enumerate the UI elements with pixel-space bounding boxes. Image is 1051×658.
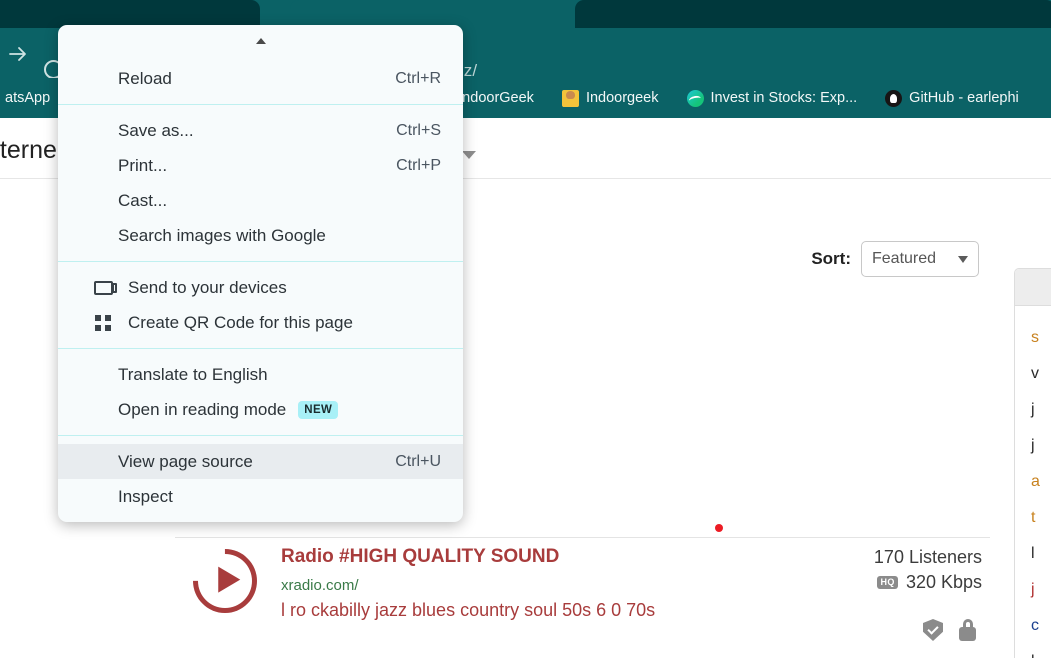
- devices-icon: [92, 280, 117, 295]
- site-nav-item-internet-radio[interactable]: nterne: [0, 136, 57, 165]
- play-button[interactable]: [179, 535, 271, 627]
- menu-item-shortcut: Ctrl+U: [395, 452, 441, 470]
- menu-scroll-up-arrow[interactable]: [58, 25, 463, 53]
- station-listeners: 170 Listeners: [873, 547, 982, 567]
- bookmark-label: GitHub - earlephi: [909, 90, 1019, 106]
- menu-item-label: Send to your devices: [128, 277, 287, 297]
- menu-group: View page source Ctrl+U Inspect: [58, 436, 463, 522]
- sidebar-tag-list: s v j j a t l j c l: [1015, 306, 1051, 658]
- menu-item-reload[interactable]: Reload Ctrl+R: [58, 61, 463, 96]
- sidebar-panel: s v j j a t l j c l: [1014, 268, 1051, 658]
- menu-item-label: Print...: [118, 155, 168, 175]
- stocks-icon: [686, 89, 704, 107]
- station-genres: l ro ckabilly jazz blues country soul 50…: [281, 600, 655, 621]
- genres-tags[interactable]: l ro ckabilly jazz blues country soul 50…: [281, 600, 655, 620]
- bookmark-label: Indoorgeek: [585, 90, 659, 106]
- chevron-down-icon[interactable]: [462, 151, 476, 159]
- bookmark-label: Invest in Stocks: Exp...: [710, 90, 858, 106]
- sort-label: Sort:: [811, 249, 851, 268]
- menu-item-shortcut: Ctrl+S: [396, 121, 441, 139]
- menu-item-send-to-your-devices[interactable]: Send to your devices: [58, 270, 463, 305]
- menu-item-label: View page source: [118, 451, 253, 471]
- qr-code-icon: [92, 314, 114, 332]
- sort-control: Sort: Featured: [811, 241, 979, 277]
- forward-arrow-icon[interactable]: [6, 42, 30, 66]
- bookmark-label: atsApp: [5, 90, 51, 106]
- menu-item-label: Create QR Code for this page: [128, 312, 353, 332]
- avatar-icon: [561, 89, 579, 107]
- menu-item-translate-to-english[interactable]: Translate to English: [58, 357, 463, 392]
- menu-item-label: Search images with Google: [118, 225, 326, 245]
- menu-item-label: Inspect: [118, 486, 173, 506]
- sidebar-tag[interactable]: j: [1031, 572, 1051, 608]
- context-menu: Reload Ctrl+R Save as... Ctrl+S Print...…: [58, 25, 463, 522]
- browser-window: ••• zz/ atsApp IndoorGeek Indoorgeek Inv…: [0, 0, 1051, 658]
- station-bitrate: HQ 320 Kbps: [742, 570, 982, 595]
- sidebar-tag[interactable]: t: [1031, 500, 1051, 536]
- live-indicator-dot: [715, 524, 723, 532]
- menu-item-view-page-source[interactable]: View page source Ctrl+U: [58, 444, 463, 479]
- station-stats: 170 Listeners HQ 320 Kbps: [742, 545, 982, 595]
- bookmark-github[interactable]: GitHub - earlephi: [878, 84, 1026, 112]
- menu-group: Send to your devices Create QR Code for …: [58, 262, 463, 348]
- menu-item-label: Save as...: [118, 120, 194, 140]
- tab-strip: •••: [0, 0, 1051, 28]
- shield-check-icon: [923, 619, 943, 641]
- menu-item-cast[interactable]: Cast...: [58, 183, 463, 218]
- bitrate-value: 320 Kbps: [905, 572, 982, 592]
- bookmark-invest-in-stocks[interactable]: Invest in Stocks: Exp...: [680, 84, 865, 112]
- menu-item-shortcut: Ctrl+P: [396, 156, 441, 174]
- sidebar-tag[interactable]: c: [1031, 608, 1051, 644]
- menu-item-inspect[interactable]: Inspect: [58, 479, 463, 514]
- menu-item-print[interactable]: Print... Ctrl+P: [58, 148, 463, 183]
- menu-group: Save as... Ctrl+S Print... Ctrl+P Cast..…: [58, 105, 463, 261]
- sidebar-tag[interactable]: s: [1031, 320, 1051, 356]
- station-trust-icons: [923, 619, 976, 641]
- chevron-down-icon: [958, 255, 968, 263]
- menu-item-shortcut: Ctrl+R: [395, 69, 441, 87]
- browser-tab[interactable]: [575, 0, 1051, 28]
- sidebar-tag[interactable]: v: [1031, 356, 1051, 392]
- sidebar-tag[interactable]: j: [1031, 392, 1051, 428]
- sidebar-tag[interactable]: j: [1031, 428, 1051, 464]
- menu-group: Translate to English Open in reading mod…: [58, 349, 463, 435]
- sort-select[interactable]: Featured: [861, 241, 979, 277]
- station-title[interactable]: Radio #HIGH QUALITY SOUND: [281, 546, 559, 568]
- menu-item-open-in-reading-mode[interactable]: Open in reading mode NEW: [58, 392, 463, 427]
- browser-tab[interactable]: •••: [290, 0, 606, 28]
- browser-tab[interactable]: [0, 0, 260, 28]
- sidebar-tag[interactable]: l: [1031, 536, 1051, 572]
- bookmark-whatsapp[interactable]: atsApp: [0, 84, 57, 112]
- menu-item-label: Open in reading mode: [118, 399, 287, 419]
- sidebar-tag[interactable]: a: [1031, 464, 1051, 500]
- menu-item-search-images-with-google[interactable]: Search images with Google: [58, 218, 463, 253]
- lock-icon: [959, 619, 976, 641]
- hq-badge: HQ: [877, 576, 898, 589]
- github-icon: [885, 89, 903, 107]
- bookmark-label: IndoorGeek: [458, 90, 534, 106]
- station-url[interactable]: xradio.com/: [281, 577, 359, 594]
- sort-selected-value: Featured: [872, 250, 937, 267]
- menu-item-create-qr-code[interactable]: Create QR Code for this page: [58, 305, 463, 340]
- bookmark-indoorgeek[interactable]: Indoorgeek: [555, 84, 666, 112]
- new-badge: NEW: [298, 400, 339, 419]
- menu-item-save-as[interactable]: Save as... Ctrl+S: [58, 113, 463, 148]
- menu-item-label: Reload: [118, 68, 172, 88]
- menu-group: Reload Ctrl+R: [58, 53, 463, 104]
- sidebar-panel-header: [1015, 269, 1051, 306]
- menu-item-label: Translate to English: [118, 364, 268, 384]
- row-divider: [175, 537, 990, 538]
- station-row[interactable]: Radio #HIGH QUALITY SOUND xradio.com/ l …: [175, 535, 990, 658]
- menu-item-label: Cast...: [118, 190, 168, 210]
- sidebar-tag[interactable]: l: [1031, 644, 1051, 658]
